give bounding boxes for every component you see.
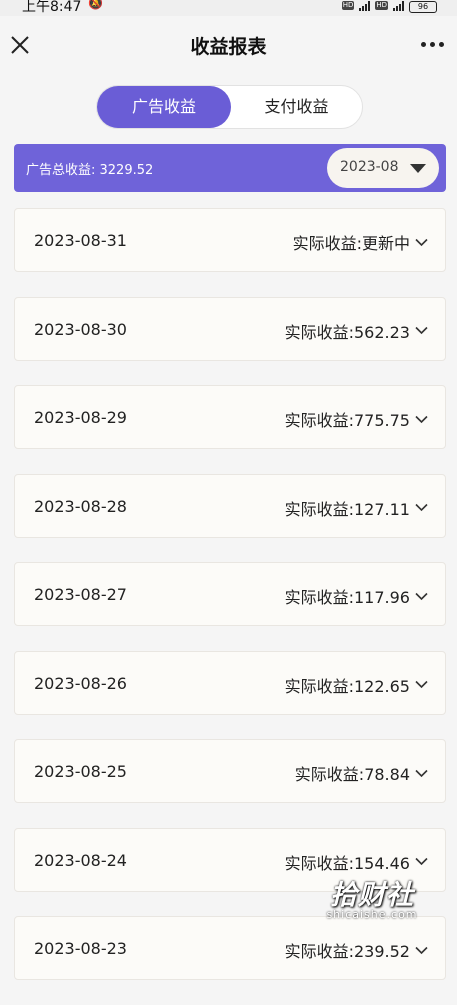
income-row[interactable]: 2023-08-31 实际收益:更新中 xyxy=(14,208,446,272)
chevron-down-icon xyxy=(415,238,428,246)
income-row[interactable]: 2023-08-26 实际收益:122.65 xyxy=(14,650,446,715)
chevron-down-icon xyxy=(415,769,428,777)
row-date: 2023-08-25 xyxy=(34,762,127,781)
watermark-sub: shicaishe.com xyxy=(326,908,418,921)
row-income-value: 实际收益:775.75 xyxy=(284,411,410,430)
tab-payment-income[interactable]: 支付收益 xyxy=(231,86,362,128)
month-value: 2023-08 xyxy=(340,159,399,175)
signal-icon xyxy=(359,1,371,11)
hd-badge: HD xyxy=(341,1,355,10)
watermark-text: 拾财社 xyxy=(330,880,414,911)
more-options-icon[interactable] xyxy=(421,42,444,47)
row-date: 2023-08-31 xyxy=(34,231,127,250)
row-income: 实际收益:154.46 xyxy=(285,850,428,874)
income-row[interactable]: 2023-08-30 实际收益:562.23 xyxy=(14,296,446,361)
row-date: 2023-08-28 xyxy=(34,496,127,516)
row-income-value: 实际收益:117.96 xyxy=(284,588,410,607)
total-income-label: 广告总收益: 3229.52 xyxy=(26,163,154,178)
chevron-down-icon xyxy=(415,946,428,954)
row-date: 2023-08-26 xyxy=(34,673,127,693)
chevron-down-icon xyxy=(415,415,428,423)
status-time: 上午8:47 xyxy=(22,0,82,15)
tab-ad-income[interactable]: 广告收益 xyxy=(97,86,231,128)
income-row[interactable]: 2023-08-27 实际收益:117.96 xyxy=(14,562,446,626)
chevron-down-icon xyxy=(415,857,428,866)
row-income: 实际收益:239.52 xyxy=(285,938,428,962)
row-date: 2023-08-27 xyxy=(34,585,127,604)
status-bar: 上午8:47 🔕 HD HD 96 xyxy=(0,0,457,16)
row-income-value: 实际收益:122.65 xyxy=(284,676,410,696)
row-income: 实际收益:127.11 xyxy=(285,496,428,520)
row-income-value: 实际收益:562.23 xyxy=(284,322,410,342)
mute-icon: 🔕 xyxy=(88,0,103,10)
hd-badge: HD xyxy=(375,1,388,10)
signal-icon xyxy=(393,1,404,11)
row-income: 实际收益:更新中 xyxy=(293,230,428,254)
row-date: 2023-08-23 xyxy=(34,939,127,958)
battery-icon: 96 xyxy=(409,1,437,13)
chevron-down-icon xyxy=(415,680,428,689)
status-indicators: HD HD 96 xyxy=(341,1,437,13)
row-income: 实际收益:78.84 xyxy=(295,761,428,785)
chevron-down-icon xyxy=(415,326,428,335)
income-type-tabs: 广告收益 支付收益 xyxy=(96,85,363,129)
chevron-down-icon xyxy=(415,592,428,600)
income-row[interactable]: 2023-08-28 实际收益:127.11 xyxy=(14,473,446,538)
watermark-logo: 拾财社 shicaishe.com xyxy=(322,873,422,921)
row-income-value: 实际收益:更新中 xyxy=(292,234,410,253)
chevron-down-icon xyxy=(415,503,428,512)
income-row[interactable]: 2023-08-25 实际收益:78.84 xyxy=(14,739,446,803)
row-income-value: 实际收益:239.52 xyxy=(284,942,410,961)
summary-bar: 广告总收益: 3229.52 2023-08 xyxy=(14,144,446,192)
nav-bar: 收益报表 xyxy=(0,16,457,74)
row-income-value: 实际收益:154.46 xyxy=(284,853,410,873)
row-income: 实际收益:122.65 xyxy=(285,673,428,697)
row-income: 实际收益:562.23 xyxy=(285,319,428,343)
row-date: 2023-08-24 xyxy=(34,850,127,870)
income-row[interactable]: 2023-08-23 实际收益:239.52 xyxy=(14,916,446,980)
caret-down-icon xyxy=(410,164,426,173)
row-income: 实际收益:775.75 xyxy=(285,407,428,431)
row-income: 实际收益:117.96 xyxy=(285,584,428,608)
row-income-value: 实际收益:78.84 xyxy=(294,765,410,784)
month-select[interactable]: 2023-08 xyxy=(327,148,439,188)
row-date: 2023-08-30 xyxy=(34,319,127,339)
row-date: 2023-08-29 xyxy=(34,408,127,427)
income-row[interactable]: 2023-08-29 实际收益:775.75 xyxy=(14,385,446,449)
page-title: 收益报表 xyxy=(190,36,267,58)
row-income-value: 实际收益:127.11 xyxy=(284,499,410,519)
